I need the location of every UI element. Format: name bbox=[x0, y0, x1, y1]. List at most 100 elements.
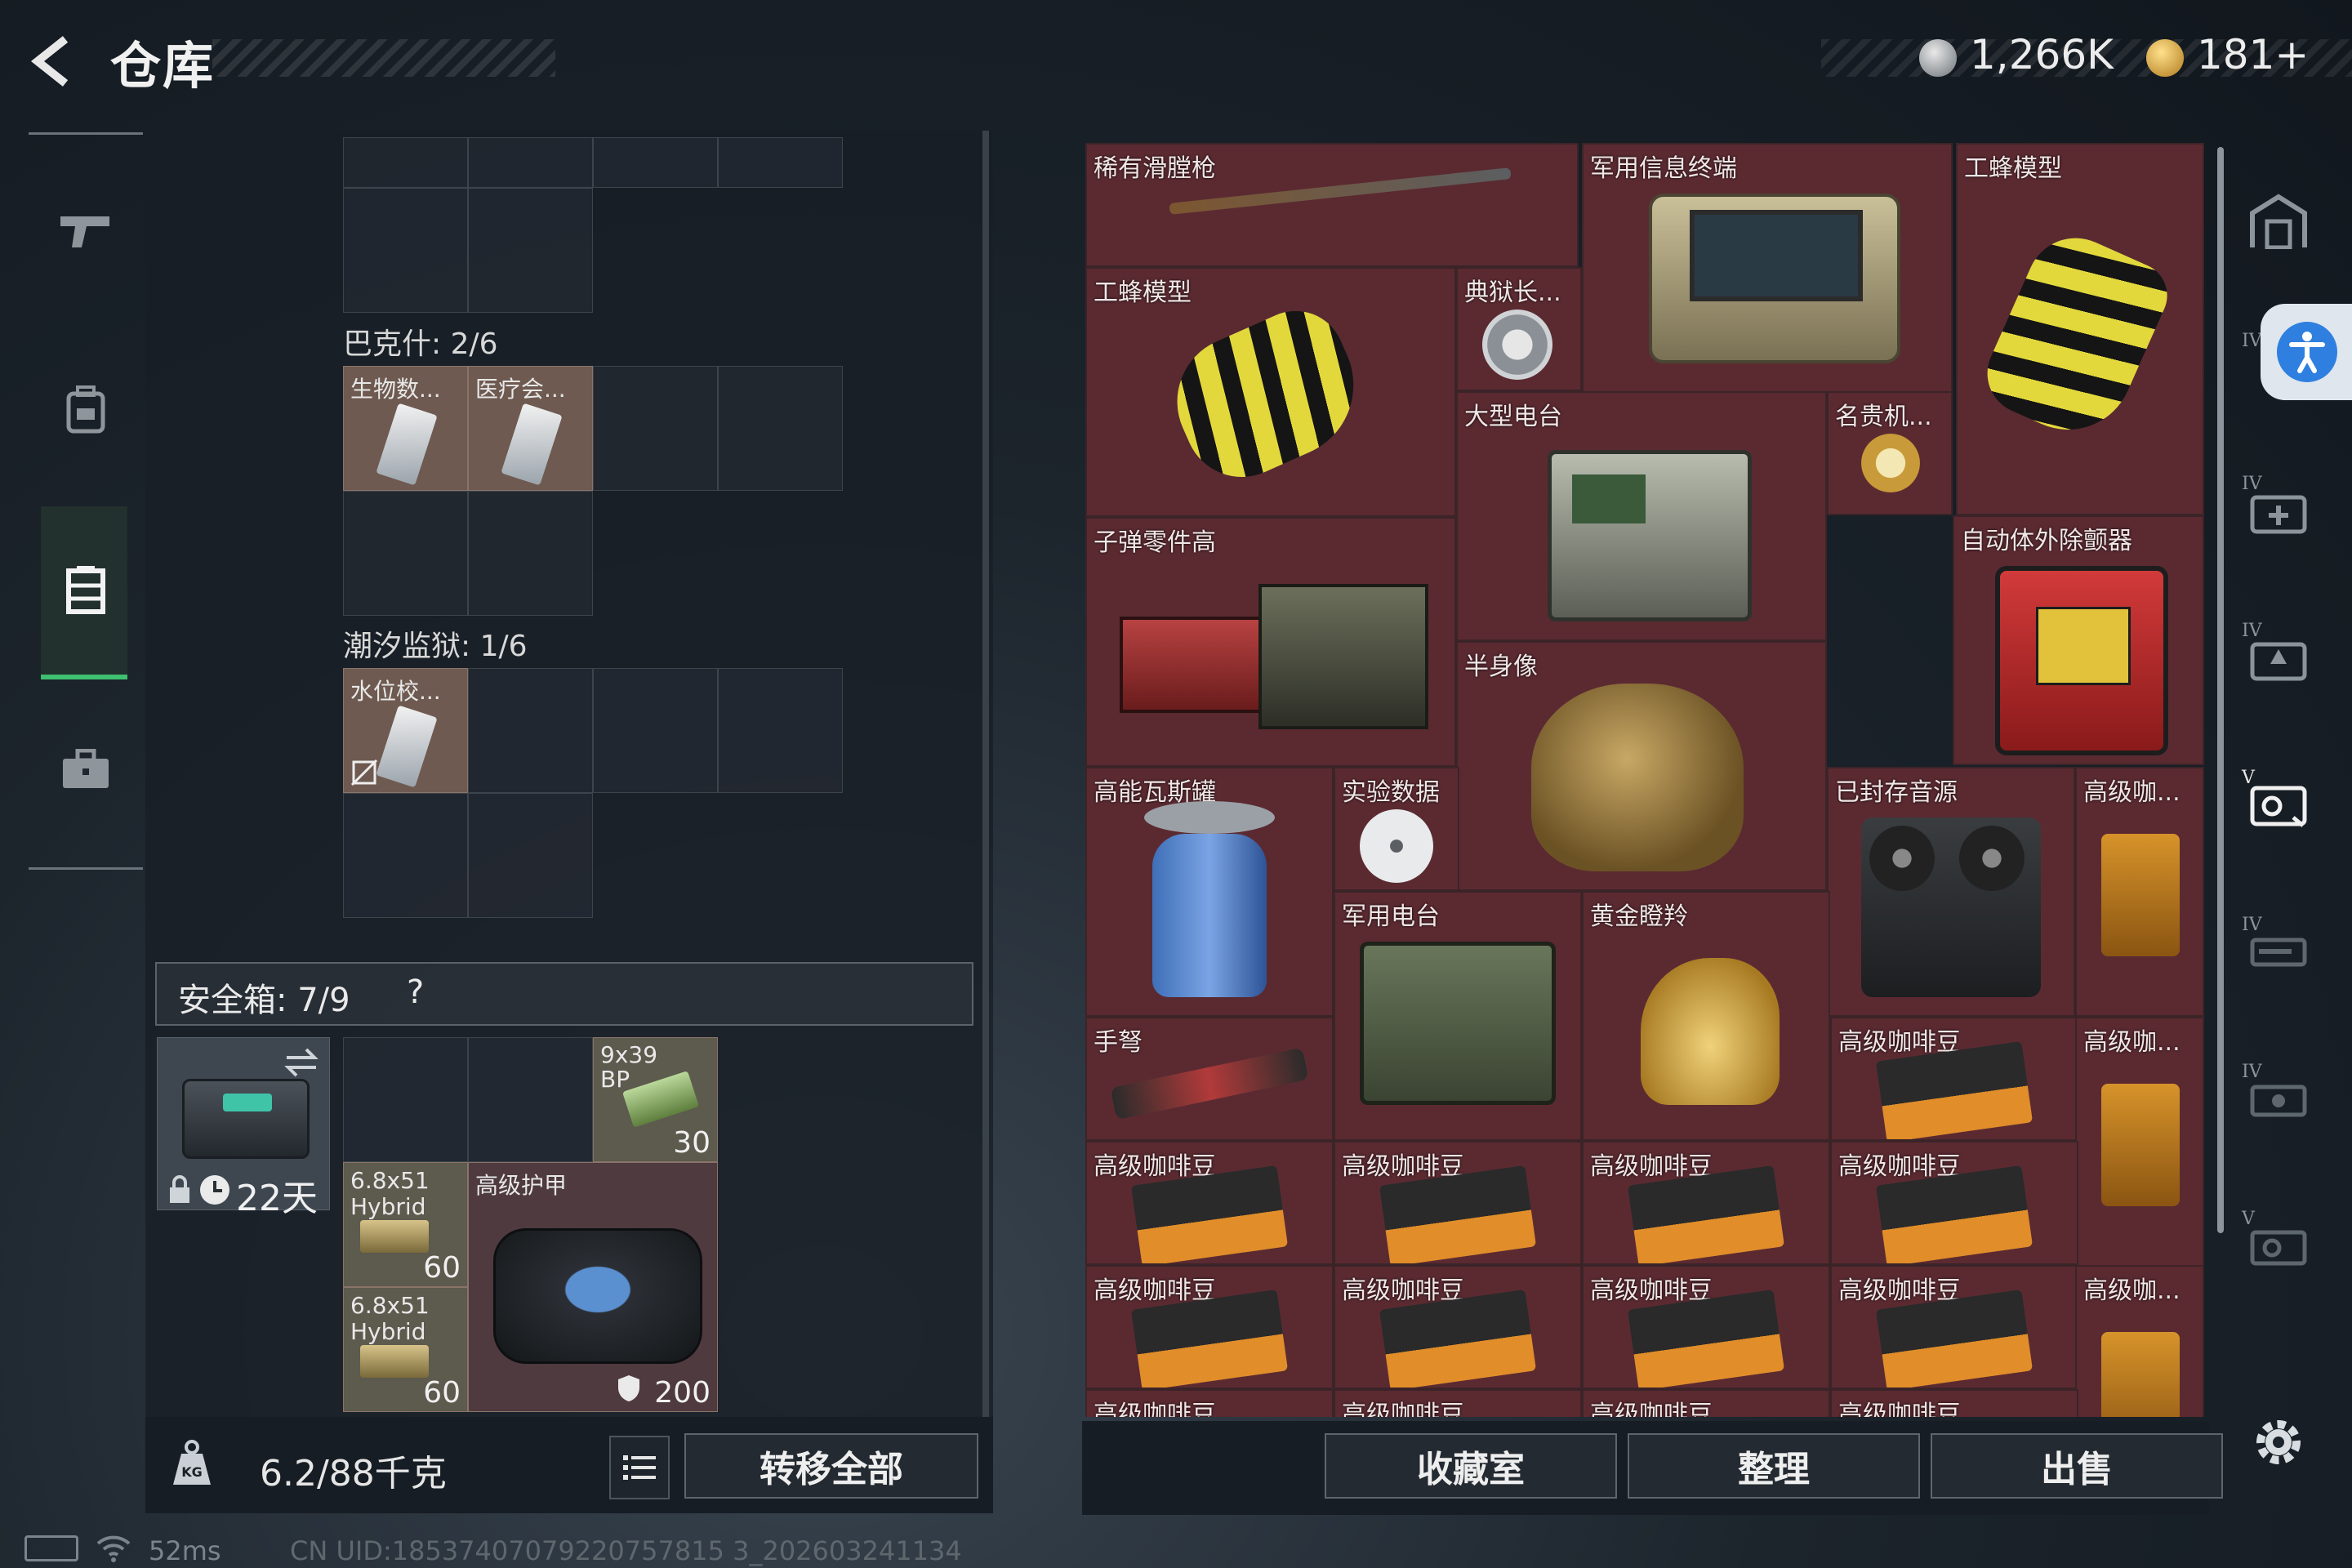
back-button[interactable] bbox=[24, 33, 82, 90]
ammo-item[interactable]: 6.8x51 Hybrid 60 bbox=[343, 1287, 468, 1412]
loot-item[interactable]: 高级咖... bbox=[2075, 1017, 2204, 1267]
loot-item[interactable]: 子弹零件高 bbox=[1085, 517, 1456, 767]
storage-icon bbox=[66, 566, 105, 614]
backpack-icon bbox=[66, 385, 105, 434]
swap-icon[interactable] bbox=[283, 1046, 319, 1079]
stash-item[interactable]: 医疗会... bbox=[468, 366, 593, 491]
item-label: 工蜂模型 bbox=[1964, 154, 2062, 183]
loot-item[interactable]: 黄金瞪羚 bbox=[1582, 891, 1830, 1141]
grid-cell[interactable] bbox=[718, 668, 843, 793]
safebox-slot[interactable]: 22天 bbox=[157, 1037, 330, 1219]
military-radio-icon bbox=[1360, 942, 1556, 1105]
loot-item[interactable]: 工蜂模型 bbox=[1085, 267, 1456, 517]
grid-cell[interactable] bbox=[468, 1037, 593, 1162]
accessibility-button[interactable] bbox=[2261, 304, 2352, 400]
nav-weapons[interactable] bbox=[29, 181, 143, 279]
loot-item[interactable]: 自动体外除颤器 bbox=[1953, 515, 2204, 765]
loot-item[interactable]: 军用信息终端 bbox=[1582, 143, 1953, 393]
nav-backpack[interactable] bbox=[29, 361, 143, 459]
loot-item[interactable]: 高级咖啡豆 bbox=[1334, 1141, 1582, 1265]
item-label: 半身像 bbox=[1464, 653, 1538, 681]
grid-cell[interactable] bbox=[343, 491, 468, 616]
settings-button[interactable] bbox=[2247, 1411, 2310, 1473]
loot-item[interactable]: 典狱长... bbox=[1456, 267, 1582, 391]
loot-item[interactable]: 高级咖啡豆 bbox=[1085, 1141, 1334, 1265]
sell-button[interactable]: 出售 bbox=[1931, 1433, 2223, 1499]
loot-item[interactable]: 军用电台 bbox=[1334, 891, 1582, 1141]
ammo-item[interactable]: 9x39 BP 30 bbox=[593, 1037, 718, 1162]
loot-item[interactable]: 名贵机... bbox=[1827, 391, 1953, 515]
item-label: 实验数据 bbox=[1342, 778, 1440, 807]
grid-cell[interactable] bbox=[343, 1037, 468, 1162]
grid-cell[interactable] bbox=[718, 137, 843, 188]
reel-left bbox=[1869, 826, 1935, 891]
loot-item[interactable]: 高级咖啡豆 bbox=[1085, 1265, 1334, 1389]
loot-item[interactable]: 高级咖啡豆 bbox=[1830, 1141, 2078, 1265]
loot-panel[interactable]: 稀有滑膛枪 军用信息终端 工蜂模型 工蜂模型 典狱长... 大型电台 名贵机..… bbox=[1082, 143, 2209, 1417]
loot-scrollbar[interactable] bbox=[2217, 147, 2224, 1233]
grid-cell[interactable] bbox=[343, 793, 468, 918]
list-view-button[interactable] bbox=[609, 1436, 670, 1499]
container-tab-safe-active[interactable]: V bbox=[2242, 768, 2315, 841]
loot-item[interactable]: 高级咖啡豆 bbox=[1582, 1265, 1830, 1389]
grid-cell[interactable] bbox=[593, 137, 718, 188]
loot-item[interactable]: 实验数据 bbox=[1334, 767, 1459, 891]
container-tab-ammo[interactable]: IV bbox=[2242, 621, 2315, 694]
loot-item[interactable]: 工蜂模型 bbox=[1956, 143, 2204, 515]
loot-item[interactable]: 高级咖啡豆 bbox=[1830, 1017, 2078, 1141]
loot-item[interactable]: 高级咖啡豆 bbox=[1334, 1389, 1582, 1417]
weight-capacity: 6.2/88千克 bbox=[260, 1453, 447, 1494]
loot-item[interactable]: 高级咖啡豆 bbox=[1334, 1265, 1582, 1389]
help-button[interactable]: ? bbox=[407, 973, 424, 1011]
ammo-item[interactable]: 6.8x51 Hybrid 60 bbox=[343, 1162, 468, 1287]
loot-item[interactable]: 高级咖啡豆 bbox=[1582, 1389, 1830, 1417]
item-label: 水位校... bbox=[350, 678, 441, 705]
loot-item[interactable]: 手弩 bbox=[1085, 1017, 1334, 1141]
nav-briefcase[interactable] bbox=[29, 720, 143, 818]
container-tab-key[interactable]: V bbox=[2242, 1209, 2315, 1282]
loot-item[interactable]: 高级咖啡豆 bbox=[1582, 1141, 1830, 1265]
armor-item[interactable]: 高级护甲 200 bbox=[468, 1162, 718, 1412]
loot-item[interactable]: 高级咖啡豆 bbox=[1085, 1389, 1334, 1417]
loot-item[interactable]: 已封存音源 bbox=[1827, 767, 2075, 1017]
transfer-all-button[interactable]: 转移全部 bbox=[684, 1433, 978, 1499]
loot-item[interactable]: 稀有滑膛枪 bbox=[1085, 143, 1579, 267]
container-tab-tool[interactable]: IV bbox=[2242, 1062, 2315, 1135]
loot-item[interactable]: 高级咖... bbox=[2075, 767, 2204, 1017]
grid-cell[interactable] bbox=[593, 668, 718, 793]
parts-crate-icon bbox=[1258, 584, 1428, 729]
briefcase-icon bbox=[63, 749, 109, 788]
loot-item[interactable]: 大型电台 bbox=[1456, 391, 1827, 641]
loot-item[interactable]: 高级咖啡豆 bbox=[1830, 1265, 2078, 1389]
loot-item[interactable]: 高级咖... bbox=[2075, 1265, 2204, 1417]
container-tab-armory[interactable] bbox=[2242, 184, 2315, 257]
grid-cell[interactable] bbox=[718, 366, 843, 491]
loot-item[interactable]: 半身像 bbox=[1456, 641, 1827, 891]
collection-room-button[interactable]: 收藏室 bbox=[1325, 1433, 1617, 1499]
grid-cell[interactable] bbox=[593, 366, 718, 491]
grid-cell[interactable] bbox=[468, 793, 593, 918]
item-durability: 200 bbox=[654, 1376, 710, 1410]
nav-storage[interactable] bbox=[29, 541, 143, 639]
grid-cell[interactable] bbox=[468, 491, 593, 616]
container-tab-medical[interactable]: IV bbox=[2242, 474, 2315, 547]
clock-icon bbox=[200, 1175, 229, 1205]
item-label: 高级咖啡豆 bbox=[1838, 1401, 1961, 1417]
currency-bonds[interactable]: 181+ bbox=[2197, 31, 2309, 78]
grid-cell[interactable] bbox=[343, 137, 468, 188]
grid-cell[interactable] bbox=[468, 137, 593, 188]
loot-item[interactable]: 高级咖啡豆 bbox=[1830, 1389, 2078, 1417]
stove-top-icon bbox=[1144, 801, 1275, 834]
loot-item[interactable]: 高能瓦斯罐 bbox=[1085, 767, 1334, 1017]
stash-item[interactable]: 生物数... bbox=[343, 366, 468, 491]
sort-button[interactable]: 整理 bbox=[1628, 1433, 1920, 1499]
container-tab-gun[interactable]: IV bbox=[2242, 915, 2315, 988]
item-label: 生物数... bbox=[350, 376, 441, 403]
stash-item[interactable]: 水位校... bbox=[343, 668, 468, 793]
lock-icon bbox=[170, 1175, 189, 1203]
item-label: 名贵机... bbox=[1835, 403, 1932, 431]
grid-cell[interactable] bbox=[468, 668, 593, 793]
stash-scrollbar[interactable] bbox=[982, 131, 989, 1417]
grid-cell[interactable] bbox=[468, 188, 593, 313]
grid-cell[interactable] bbox=[343, 188, 468, 313]
